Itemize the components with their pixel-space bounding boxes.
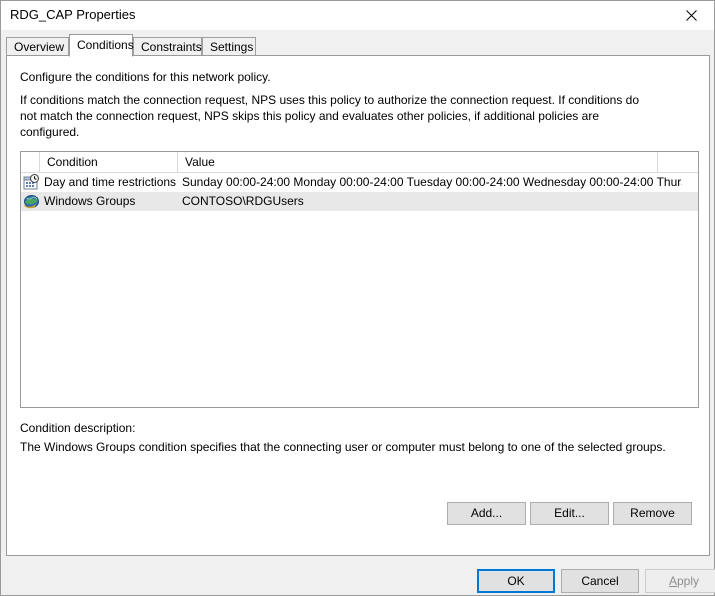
- cancel-button[interactable]: Cancel: [561, 569, 639, 593]
- panel-description: If conditions match the connection reque…: [20, 93, 640, 139]
- condition-description-text: The Windows Groups condition specifies t…: [20, 440, 666, 454]
- apply-label-rest: pply: [677, 574, 700, 588]
- remove-button[interactable]: Remove: [613, 502, 692, 525]
- column-header-icon[interactable]: [21, 152, 40, 172]
- tab-strip: Overview Conditions Constraints Settings: [6, 34, 709, 57]
- edit-button[interactable]: Edit...: [530, 502, 609, 525]
- tab-constraints[interactable]: Constraints: [133, 37, 202, 56]
- tab-overview[interactable]: Overview: [6, 37, 69, 56]
- column-header-condition[interactable]: Condition: [40, 152, 178, 172]
- window-title: RDG_CAP Properties: [10, 7, 136, 22]
- column-header-spacer[interactable]: [658, 152, 698, 172]
- condition-description-label: Condition description:: [20, 421, 136, 435]
- properties-dialog: RDG_CAP Properties Overview Conditions C…: [0, 0, 715, 596]
- title-bar: RDG_CAP Properties: [1, 1, 714, 30]
- conditions-tab-panel: Configure the conditions for this networ…: [6, 55, 710, 556]
- conditions-list[interactable]: Condition Value Day and time restriction…: [20, 151, 699, 408]
- add-button[interactable]: Add...: [447, 502, 526, 525]
- panel-heading: Configure the conditions for this networ…: [20, 70, 271, 84]
- table-row[interactable]: Day and time restrictions Sunday 00:00-2…: [21, 173, 698, 192]
- column-header-value[interactable]: Value: [178, 152, 658, 172]
- apply-button: Apply: [645, 569, 715, 593]
- row-value-label: Sunday 00:00-24:00 Monday 00:00-24:00 Tu…: [182, 175, 682, 189]
- calendar-clock-icon: [23, 174, 40, 191]
- list-header: Condition Value: [21, 152, 698, 173]
- close-icon[interactable]: [669, 1, 714, 29]
- row-value-label: CONTOSO\RDGUsers: [182, 194, 304, 208]
- row-condition-label: Windows Groups: [44, 194, 136, 208]
- apply-accelerator: A: [668, 574, 677, 588]
- windows-group-globe-icon: [23, 193, 40, 210]
- row-condition-label: Day and time restrictions: [44, 175, 177, 189]
- tab-settings[interactable]: Settings: [202, 37, 256, 56]
- table-row[interactable]: Windows Groups CONTOSO\RDGUsers: [21, 192, 698, 211]
- ok-button[interactable]: OK: [477, 569, 555, 593]
- tab-conditions[interactable]: Conditions: [69, 34, 134, 57]
